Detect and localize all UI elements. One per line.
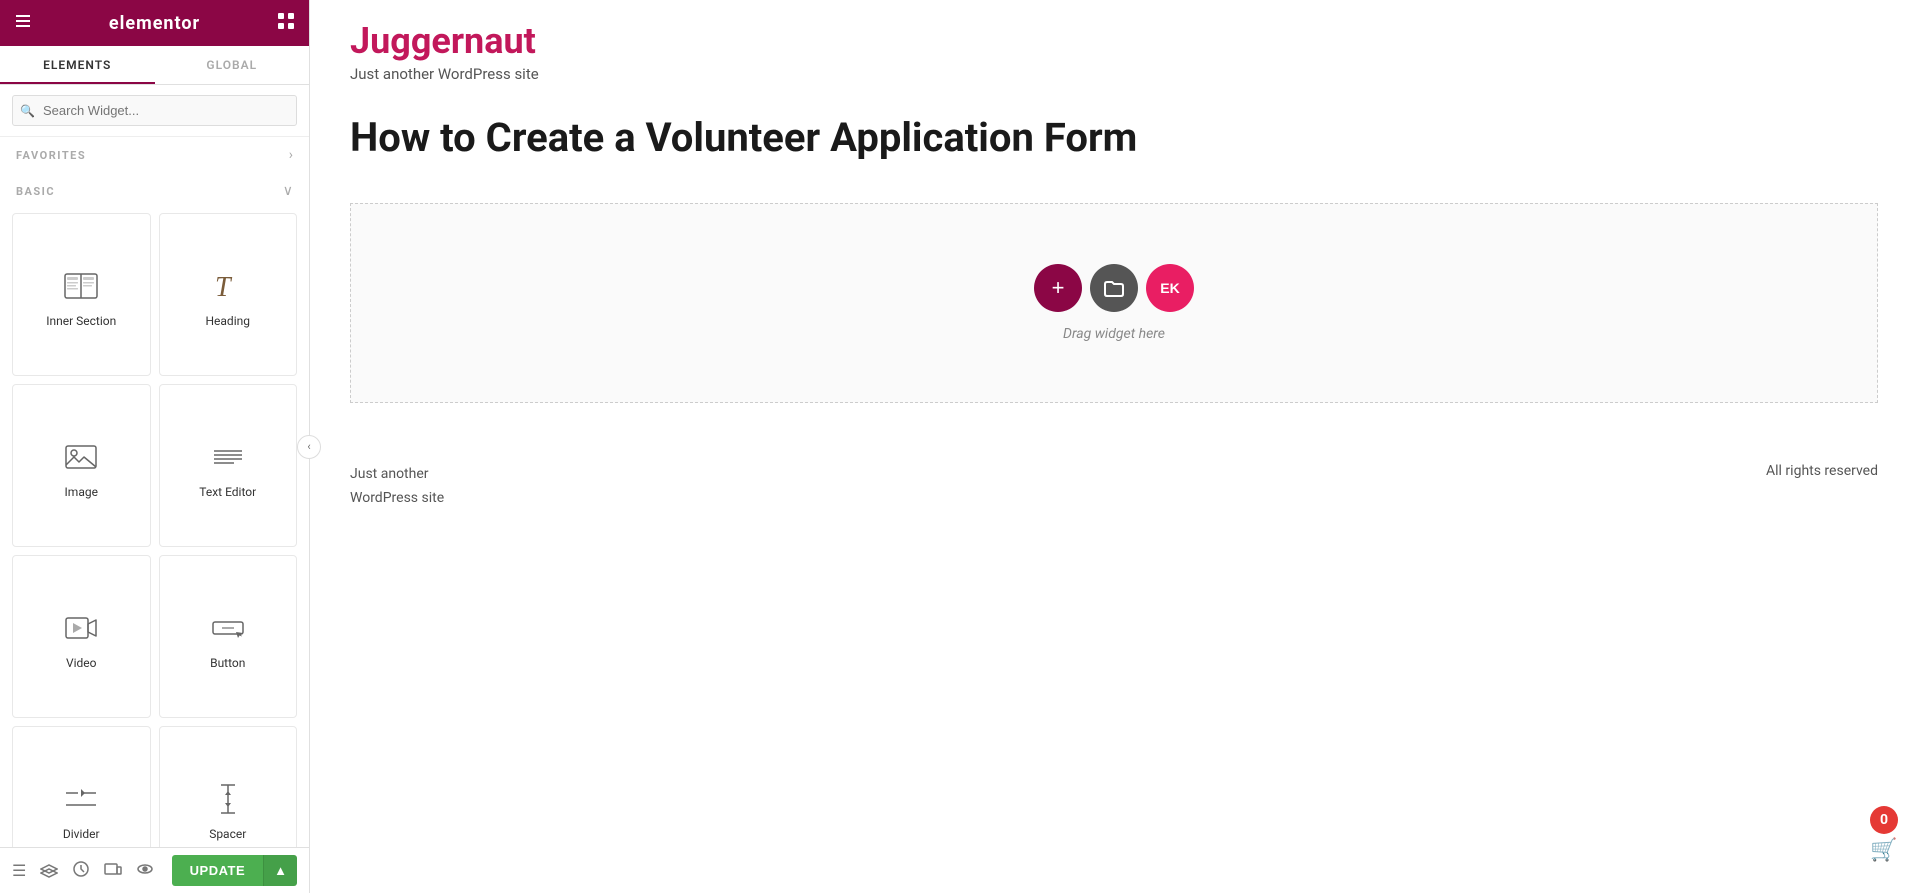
image-icon bbox=[61, 437, 101, 477]
widget-heading[interactable]: T Heading bbox=[159, 213, 298, 376]
eye-icon[interactable] bbox=[136, 860, 154, 882]
site-title: Juggernaut bbox=[350, 20, 1878, 63]
widget-spacer-label: Spacer bbox=[209, 827, 246, 841]
drop-buttons: + EK bbox=[1034, 264, 1194, 312]
widget-inner-section[interactable]: Inner Section bbox=[12, 213, 151, 376]
folder-button[interactable] bbox=[1090, 264, 1138, 312]
drop-zone[interactable]: + EK Drag widget here bbox=[350, 203, 1878, 403]
hamburger-icon[interactable] bbox=[14, 12, 32, 35]
sidebar: elementor ELEMENTS GLOBAL FAVORITES › BA… bbox=[0, 0, 310, 893]
footer-tagline: Just another WordPress site bbox=[350, 463, 444, 511]
sidebar-footer: ☰ bbox=[0, 847, 309, 893]
widget-video[interactable]: Video bbox=[12, 555, 151, 718]
collapse-sidebar-button[interactable]: ‹ bbox=[297, 435, 321, 459]
spacer-icon bbox=[208, 779, 248, 819]
widget-text-editor-label: Text Editor bbox=[199, 485, 256, 499]
widget-image-label: Image bbox=[65, 485, 98, 499]
search-input[interactable] bbox=[12, 95, 297, 126]
history-icon[interactable] bbox=[72, 860, 90, 882]
widget-divider-label: Divider bbox=[63, 827, 100, 841]
cart-count: 0 bbox=[1870, 806, 1898, 834]
footer-icons: ☰ bbox=[12, 860, 154, 882]
widget-button-label: Button bbox=[210, 656, 245, 670]
update-arrow-button[interactable]: ▲ bbox=[263, 855, 297, 886]
post-title: How to Create a Volunteer Application Fo… bbox=[350, 113, 1150, 163]
favorites-chevron-icon: › bbox=[289, 147, 293, 163]
basic-chevron-icon: ∨ bbox=[283, 183, 293, 199]
elementor-logo: elementor bbox=[109, 13, 200, 34]
cart-badge: 0 🛒 bbox=[1870, 806, 1898, 863]
button-icon bbox=[208, 608, 248, 648]
search-box bbox=[0, 85, 309, 137]
favorites-section[interactable]: FAVORITES › bbox=[0, 137, 309, 173]
basic-label: BASIC bbox=[16, 185, 55, 198]
canvas: Juggernaut Just another WordPress site H… bbox=[310, 0, 1918, 893]
widget-image[interactable]: Image bbox=[12, 384, 151, 547]
svg-text:T: T bbox=[215, 272, 233, 303]
footer-rights: All rights reserved bbox=[1766, 463, 1878, 479]
divider-icon bbox=[61, 779, 101, 819]
tab-elements[interactable]: ELEMENTS bbox=[0, 46, 155, 84]
widget-inner-section-label: Inner Section bbox=[46, 314, 116, 328]
heading-icon: T bbox=[208, 266, 248, 306]
site-tagline: Just another WordPress site bbox=[350, 65, 1878, 83]
ek-button[interactable]: EK bbox=[1146, 264, 1194, 312]
basic-section-header[interactable]: BASIC ∨ bbox=[0, 173, 309, 209]
widget-video-label: Video bbox=[66, 656, 97, 670]
text-editor-icon bbox=[208, 437, 248, 477]
sidebar-header: elementor bbox=[0, 0, 309, 46]
widget-heading-label: Heading bbox=[205, 314, 250, 328]
widgets-grid: Inner Section T Heading Image bbox=[0, 209, 309, 893]
layers-icon[interactable] bbox=[40, 860, 58, 882]
video-icon bbox=[61, 608, 101, 648]
tab-global[interactable]: GLOBAL bbox=[155, 46, 310, 84]
site-header: Juggernaut Just another WordPress site bbox=[310, 0, 1918, 93]
main-canvas: Juggernaut Just another WordPress site H… bbox=[310, 0, 1918, 893]
add-widget-button[interactable]: + bbox=[1034, 264, 1082, 312]
sidebar-tabs: ELEMENTS GLOBAL bbox=[0, 46, 309, 85]
widget-button[interactable]: Button bbox=[159, 555, 298, 718]
update-button-group: UPDATE ▲ bbox=[172, 855, 297, 886]
widget-text-editor[interactable]: Text Editor bbox=[159, 384, 298, 547]
inner-section-icon bbox=[61, 266, 101, 306]
drop-label: Drag widget here bbox=[1063, 326, 1165, 342]
hamburger-footer-icon[interactable]: ☰ bbox=[12, 861, 26, 880]
site-footer: Just another WordPress site All rights r… bbox=[310, 423, 1918, 541]
favorites-label: FAVORITES bbox=[16, 149, 86, 162]
cart-icon[interactable]: 🛒 bbox=[1870, 838, 1897, 863]
update-button[interactable]: UPDATE bbox=[172, 855, 263, 886]
grid-icon[interactable] bbox=[277, 12, 295, 35]
responsive-icon[interactable] bbox=[104, 860, 122, 882]
post-content: How to Create a Volunteer Application Fo… bbox=[310, 93, 1918, 193]
